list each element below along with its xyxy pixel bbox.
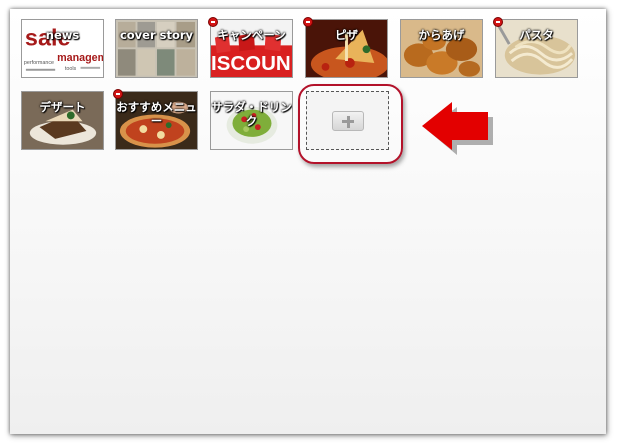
remove-badge-icon[interactable]	[493, 17, 503, 27]
add-menu-tile-button[interactable]	[306, 91, 389, 150]
remove-badge-icon[interactable]	[208, 17, 218, 27]
remove-badge-icon[interactable]	[113, 89, 123, 99]
tile-label: ピザ	[335, 28, 358, 42]
tile-label: サラダ・ドリンク	[211, 100, 292, 128]
red-arrow-icon	[422, 102, 493, 155]
menu-tile-news[interactable]: sale management performance tools news	[21, 19, 104, 78]
tile-label: デザート	[39, 100, 86, 114]
tile-label: おすすめメニュー	[116, 100, 197, 128]
svg-text:ISCOUN: ISCOUN	[211, 52, 291, 75]
menu-tile-salad-drink[interactable]: サラダ・ドリンク	[210, 91, 293, 150]
menu-tile-cover-story[interactable]: cover story	[115, 19, 198, 78]
tile-label: キャンペーン	[217, 28, 286, 42]
tile-label: news	[45, 28, 80, 42]
menu-tile-pizza[interactable]: ピザ	[305, 19, 388, 78]
tile-label: パスタ	[519, 28, 554, 42]
menu-tile-recommended[interactable]: おすすめメニュー	[115, 91, 198, 150]
tile-label: cover story	[119, 28, 194, 42]
remove-badge-icon[interactable]	[303, 17, 313, 27]
tile-label: からあげ	[418, 28, 465, 42]
menu-tile-campaign[interactable]: ISCOUN キャンペーン	[210, 19, 293, 78]
svg-text:performance: performance	[24, 60, 54, 66]
menu-tile-karaage[interactable]: からあげ	[400, 19, 483, 78]
svg-text:tools: tools	[65, 66, 77, 72]
plus-icon	[332, 111, 364, 131]
menu-tile-dessert[interactable]: デザート	[21, 91, 104, 150]
svg-text:management: management	[57, 52, 103, 64]
menu-tile-pasta[interactable]: パスタ	[495, 19, 578, 78]
